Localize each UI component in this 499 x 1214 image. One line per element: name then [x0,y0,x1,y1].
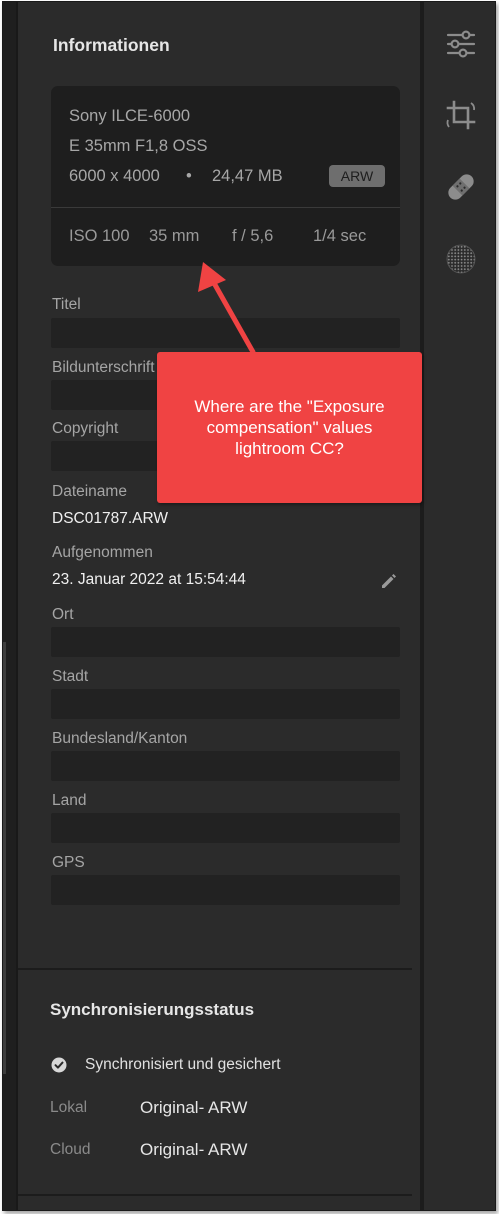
title-input[interactable] [51,318,400,348]
country-input[interactable] [51,813,400,843]
edit-toolbar [424,2,495,1210]
healing-bandage-icon[interactable] [444,170,478,204]
focal-length-value: 35 mm [149,227,200,245]
city-label: Stadt [52,668,89,685]
location-label: Ort [52,606,74,623]
filename-label: Dateiname [52,483,127,500]
edit-sliders-icon[interactable] [444,27,478,61]
local-label: Lokal [50,1099,88,1116]
format-badge: ARW [329,165,385,187]
edit-pencil-icon[interactable] [379,571,399,591]
masking-icon[interactable] [444,242,478,276]
copyright-label: Copyright [52,420,119,437]
info-panel: Informationen Sony ILCE-6000 E 35mm F1,8… [18,2,420,1210]
image-dimensions: 6000 x 4000 [69,167,160,185]
sync-status-row: Synchronisiert und gesichert [51,1055,281,1075]
caption-label: Bildunterschrift [52,359,155,376]
city-input[interactable] [51,689,400,719]
file-size: 24,47 MB [212,167,283,185]
separator-bullet: • [186,167,192,185]
callout-text: Where are the "Exposure compensation" va… [194,397,385,458]
section-divider [18,968,412,970]
location-input[interactable] [51,627,400,657]
gps-label: GPS [52,854,85,871]
camera-model: Sony ILCE-6000 [69,107,191,125]
lightroom-info-window: Informationen Sony ILCE-6000 E 35mm F1,8… [2,1,496,1211]
shutter-speed-value: 1/4 sec [313,227,367,245]
aperture-value: f / 5,6 [232,227,274,245]
left-scrollbar[interactable] [3,642,6,1074]
cloud-value: Original- ARW [140,1140,248,1159]
card-divider [51,207,400,208]
state-input[interactable] [51,751,400,781]
iso-value: ISO 100 [69,227,130,245]
title-label: Titel [52,296,81,313]
lens-model: E 35mm F1,8 OSS [69,137,208,155]
country-label: Land [52,792,87,809]
crop-rotate-icon[interactable] [444,98,478,132]
cloud-label: Cloud [50,1141,91,1158]
sync-status-text: Synchronisiert und gesichert [85,1056,281,1073]
sync-heading: Synchronisierungsstatus [50,1000,255,1019]
section-divider [18,1194,412,1196]
captured-value: 23. Januar 2022 at 15:54:44 [52,571,246,588]
info-heading: Informationen [53,35,170,55]
local-value: Original- ARW [140,1098,248,1117]
captured-label: Aufgenommen [52,544,153,561]
filename-value: DSC01787.ARW [52,510,169,527]
state-label: Bundesland/Kanton [52,730,188,747]
camera-metadata-card: Sony ILCE-6000 E 35mm F1,8 OSS 6000 x 40… [51,86,400,266]
gps-input[interactable] [51,875,400,905]
check-circle-icon [51,1057,67,1073]
annotation-callout: Where are the "Exposure compensation" va… [157,352,422,503]
